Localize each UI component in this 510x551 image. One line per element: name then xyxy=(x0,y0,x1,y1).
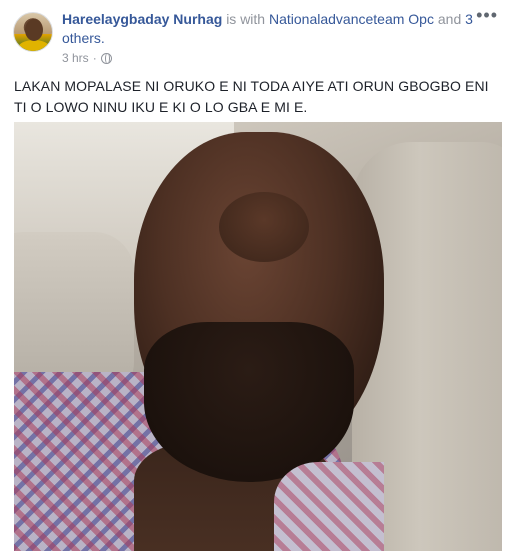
tagged-page-link[interactable]: Nationaladvanceteam Opc xyxy=(269,11,434,27)
author-name-link[interactable]: Hareelaygbaday Nurhag xyxy=(62,11,222,27)
post-meta: 3 hrs · xyxy=(62,50,112,66)
post-timestamp[interactable]: 3 hrs xyxy=(62,50,89,66)
facebook-post: Hareelaygbaday Nurhag is with Nationalad… xyxy=(0,0,510,551)
author-avatar[interactable] xyxy=(13,12,53,52)
globe-icon[interactable] xyxy=(100,52,112,64)
photo-nose xyxy=(219,192,309,262)
photo-shirt-right xyxy=(274,462,384,551)
with-text: is with xyxy=(226,11,266,27)
more-options-icon[interactable]: ••• xyxy=(476,6,498,24)
meta-separator: · xyxy=(92,51,97,65)
avatar-shirt xyxy=(18,40,50,51)
post-header: Hareelaygbaday Nurhag is with Nationalad… xyxy=(62,10,482,48)
and-text: and xyxy=(437,11,462,27)
photo-beard xyxy=(144,322,354,482)
post-caption: LAKAN MOPALASE NI ORUKO E NI TODA AIYE A… xyxy=(14,78,489,115)
post-photo[interactable] xyxy=(14,122,502,551)
avatar-face xyxy=(25,19,43,41)
